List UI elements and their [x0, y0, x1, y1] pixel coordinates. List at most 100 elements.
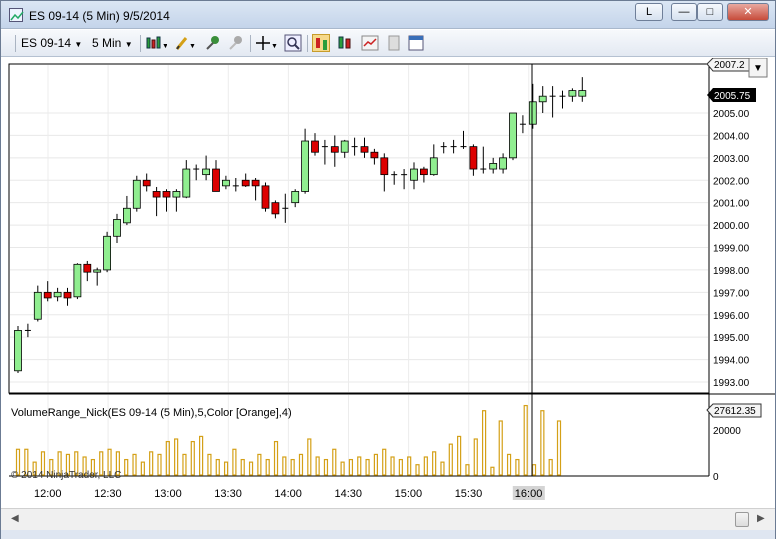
candle-body: [380, 157, 389, 176]
volume-bar: [215, 458, 220, 476]
candle-body: [241, 179, 250, 187]
minimize-button[interactable]: —: [671, 3, 697, 21]
time-axis-label: 13:30: [214, 488, 242, 500]
title-bar[interactable]: ES 09-14 (5 Min) 9/5/2014 L — □ ✕: [1, 1, 775, 29]
candle-body: [103, 235, 111, 271]
volume-bar: [157, 453, 162, 476]
candle-body: [212, 168, 220, 192]
indicator-label: VolumeRange_Nick(ES 09-14 (5 Min),5,Colo…: [11, 407, 292, 419]
volume-bar: [357, 456, 362, 476]
time-axis-label: 15:00: [395, 488, 423, 500]
time-axis-label: 14:00: [274, 488, 302, 500]
candle-body: [53, 291, 62, 298]
time-axis-label: 16:00: [515, 488, 543, 500]
time-axis-label: 12:30: [94, 488, 122, 500]
volume-axis-label-20000: 20000: [713, 426, 741, 437]
scroll-left-icon[interactable]: ◀: [11, 513, 19, 524]
volume-bar: [398, 458, 403, 476]
candle-body: [83, 263, 92, 273]
interval-label: 5 Min: [92, 36, 122, 50]
volume-bar: [207, 453, 212, 476]
candle-body: [142, 179, 151, 187]
window-bottom-border: [1, 530, 775, 539]
volume-bar: [515, 458, 520, 476]
scrollbar-thumb[interactable]: [735, 512, 749, 527]
volume-bar: [407, 456, 412, 476]
price-marker-top: 2007.2: [706, 57, 750, 72]
drawing-tool-icon[interactable]: ▼: [174, 34, 196, 52]
indicators-icon[interactable]: [337, 34, 355, 52]
volume-bar: [540, 410, 545, 476]
candle-body: [221, 179, 230, 187]
chart-area[interactable]: 2005.00 2004.00 2003.00 2002.00 2001.00 2000.…: [1, 57, 775, 508]
candle-body: [132, 179, 141, 209]
candle-body: [291, 191, 300, 204]
candle-body: [578, 90, 587, 97]
price-axis-label: 2003.00: [713, 154, 750, 165]
chart-style-icon[interactable]: [312, 34, 330, 52]
zoom-icon[interactable]: [284, 34, 302, 52]
price-marker-top-label: 2007.2: [714, 60, 745, 71]
candle-body: [93, 269, 102, 273]
data-box-icon[interactable]: [407, 34, 425, 52]
volume-bar: [307, 438, 312, 476]
volume-bar: [481, 410, 487, 476]
chart-toolbar: ES 09-14 ▼ 5 Min ▼ ▼ ▼ ▼: [1, 30, 775, 57]
volume-bar: [132, 453, 137, 476]
volume-bar: [257, 453, 262, 476]
link-button[interactable]: L: [635, 3, 663, 21]
instrument-selector[interactable]: ES 09-14 ▼: [21, 34, 82, 53]
candle-body: [419, 168, 428, 176]
volume-bar: [348, 458, 354, 476]
candle-body: [311, 140, 319, 153]
maximize-button[interactable]: □: [697, 3, 723, 21]
toolbar-separator: [15, 35, 16, 52]
time-axis-label: 15:30: [455, 488, 483, 500]
candle-body: [410, 168, 418, 181]
interval-selector[interactable]: 5 Min ▼: [92, 34, 133, 53]
candle-body: [152, 191, 161, 198]
strategies-icon[interactable]: [361, 34, 379, 52]
horizontal-scrollbar[interactable]: ◀ ▶: [1, 508, 775, 530]
volume-bar: [323, 458, 329, 476]
bar-type-icon[interactable]: ▼: [145, 34, 169, 52]
chart-svg[interactable]: 2005.00 2004.00 2003.00 2002.00 2001.00 2000.…: [1, 57, 775, 508]
volume-bar: [223, 461, 229, 476]
time-axis-label: 14:30: [335, 488, 363, 500]
price-axis-label: 2004.00: [713, 131, 750, 142]
volume-bar: [265, 458, 270, 476]
candle-body: [63, 291, 72, 299]
close-button[interactable]: ✕: [727, 3, 769, 21]
candle-body: [528, 101, 537, 125]
price-axis-label: 2001.00: [713, 199, 750, 210]
volume-bar: [232, 448, 237, 476]
price-axis-label: 1998.00: [713, 266, 750, 277]
volume-bar: [423, 456, 428, 476]
disabled-pin-icon[interactable]: [227, 34, 245, 52]
volume-bar: [548, 458, 553, 476]
price-dropdown-button[interactable]: ▼: [748, 57, 768, 78]
volume-bar: [432, 451, 437, 476]
instrument-label: ES 09-14: [21, 36, 72, 50]
candle-body: [73, 263, 82, 298]
toolbar-separator: [307, 35, 308, 52]
volume-bar: [315, 456, 320, 476]
volume-bar: [506, 453, 512, 476]
properties-icon[interactable]: [385, 34, 403, 52]
scroll-right-icon[interactable]: ▶: [757, 513, 765, 524]
volume-bar: [498, 420, 503, 476]
volume-bar: [124, 458, 129, 476]
candle-body: [271, 202, 280, 215]
crosshair-icon[interactable]: ▼: [255, 34, 278, 52]
pin-icon[interactable]: [204, 34, 222, 52]
toolbar-separator: [250, 35, 251, 52]
volume-bar: [523, 404, 528, 476]
volume-bar: [382, 448, 387, 476]
candle-body: [499, 157, 508, 170]
volume-bar: [140, 461, 145, 476]
candle-body: [509, 112, 517, 159]
svg-text:▼: ▼: [189, 43, 196, 50]
last-price-marker: 2005.75: [707, 88, 756, 102]
time-axis-label: 12:00: [34, 488, 62, 500]
chevron-down-icon: ▼: [124, 40, 133, 49]
